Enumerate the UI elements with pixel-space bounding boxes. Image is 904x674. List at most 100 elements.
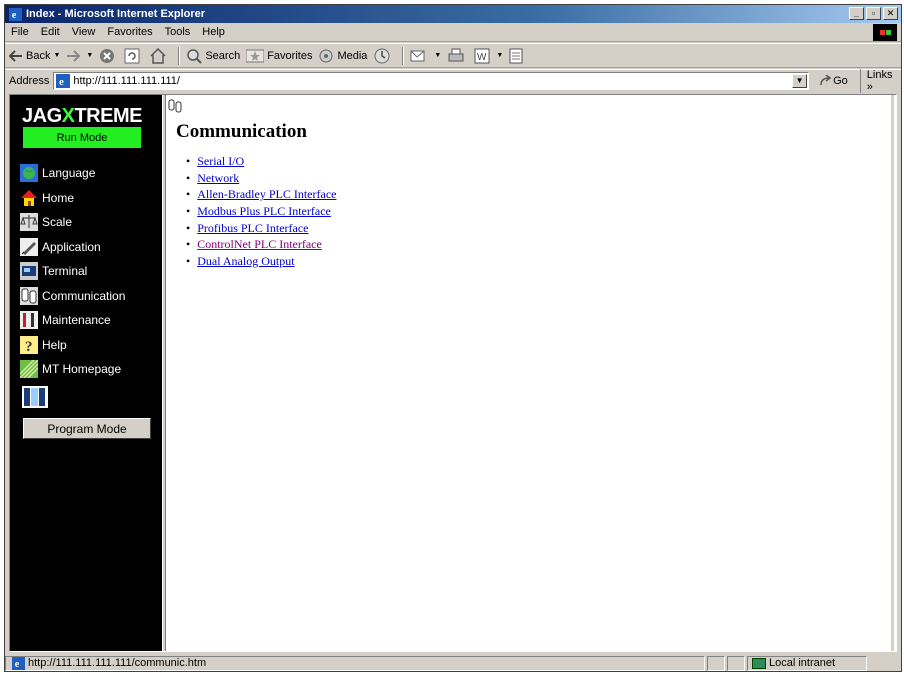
address-url: http://111.111.111.111/ [73,74,180,87]
terminal-icon [20,262,38,281]
main-frame: Communication Serial I/O Network Allen-B… [166,95,894,651]
sidebar-item-language[interactable]: Language [20,161,125,186]
mail-icon [410,50,425,61]
link-dual-analog-output[interactable]: Dual Analog Output [197,254,294,269]
address-label: Address [9,74,50,87]
link-allen-bradley[interactable]: Allen-Bradley PLC Interface [197,187,336,202]
menu-help[interactable]: Help [202,26,225,38]
title-bar[interactable]: e Index - Microsoft Internet Explorer _ … [5,5,901,23]
home-icon [150,47,166,64]
media-button[interactable]: Media [318,48,367,64]
stop-button[interactable] [99,48,118,64]
application-icon [20,237,38,256]
sidebar-item-maintenance[interactable]: Maintenance [20,308,125,333]
browser-window: e Index - Microsoft Internet Explorer _ … [4,4,902,672]
maximize-button[interactable]: ▫ [866,7,881,20]
back-button[interactable]: Back ▼ [9,50,60,62]
sidebar-item-terminal[interactable]: Terminal [20,259,125,284]
communication-links: Serial I/O Network Allen-Bradley PLC Int… [186,153,336,270]
sidebar-item-label: Application [42,239,101,254]
chevron-down-icon[interactable]: ▼ [86,52,93,59]
search-button[interactable]: Search [186,48,240,64]
list-item: Serial I/O [186,153,336,170]
toolbar-separator [178,46,181,65]
list-item: Allen-Bradley PLC Interface [186,186,336,203]
sidebar-item-application[interactable]: Application [20,235,125,260]
svg-text:e: e [15,659,20,670]
window-title: Index - Microsoft Internet Explorer [26,8,206,20]
sidebar: JAGXTREME Run Mode Language Home Scale A… [10,95,162,651]
link-modbus-plus[interactable]: Modbus Plus PLC Interface [197,204,331,219]
status-progress-cell [707,655,725,671]
jagxtreme-logo: JAGXTREME [22,105,142,127]
windows-logo-icon [873,24,897,41]
close-button[interactable]: ✕ [883,7,898,20]
sidebar-item-home[interactable]: Home [20,186,125,211]
svg-text:W: W [477,52,487,63]
sidebar-item-help[interactable]: ? Help [20,333,125,358]
window-controls: _ ▫ ✕ [849,7,898,20]
home-button[interactable] [149,47,170,64]
go-arrow-icon [820,74,832,85]
terminal-panel-icon[interactable] [22,386,48,408]
link-profibus[interactable]: Profibus PLC Interface [197,221,308,236]
history-button[interactable] [373,48,394,64]
intranet-icon [752,657,766,669]
discuss-button[interactable] [509,48,526,64]
sidebar-item-label: Help [42,337,67,352]
link-serial-io[interactable]: Serial I/O [197,154,244,169]
chevron-down-icon[interactable]: ▼ [53,52,60,59]
status-security-cell [727,655,745,671]
svg-text:e: e [12,10,17,21]
sidebar-item-label: Home [42,190,75,205]
sidebar-item-communication[interactable]: Communication [20,284,125,309]
list-item: Dual Analog Output [186,253,336,270]
menu-tools[interactable]: Tools [165,26,191,38]
list-item: Network [186,170,336,187]
go-button[interactable]: Go [819,74,848,87]
list-item: Profibus PLC Interface [186,220,336,237]
sidebar-item-label: Maintenance [42,313,111,328]
link-network[interactable]: Network [197,171,239,186]
print-button[interactable] [447,48,468,64]
communication-icon [168,99,182,113]
sidebar-item-mt-homepage[interactable]: MT Homepage [20,357,125,382]
word-edit-icon: W [474,48,490,63]
favorites-button[interactable]: Favorites [246,49,312,63]
address-input[interactable]: e http://111.111.111.111/ ▼ [53,71,810,90]
program-mode-button[interactable]: Program Mode [23,418,151,439]
address-dropdown-button[interactable]: ▼ [792,73,808,88]
sidebar-item-label: Communication [42,288,126,303]
mt-homepage-icon [20,360,38,379]
link-controlnet[interactable]: ControlNet PLC Interface [197,237,322,252]
menu-favorites[interactable]: Favorites [107,26,152,38]
page-content: JAGXTREME Run Mode Language Home Scale A… [9,94,897,652]
menu-bar: File Edit View Favorites Tools Help [5,23,901,42]
page-icon: e [12,656,25,670]
ie-logo-icon: e [9,7,22,21]
chevron-down-icon[interactable]: ▼ [434,52,441,59]
refresh-button[interactable] [124,48,143,64]
main-frame-border [891,95,894,651]
menu-view[interactable]: View [72,26,96,38]
menu-edit[interactable]: Edit [41,26,60,38]
menu-file[interactable]: File [11,26,29,38]
links-button[interactable]: Links » [859,68,901,93]
sidebar-item-label: Terminal [42,264,88,279]
sidebar-item-label: Scale [42,215,73,230]
mail-button[interactable]: ▼ [410,48,441,64]
scale-icon [20,213,38,232]
sidebar-nav: Language Home Scale Application Terminal… [20,161,125,382]
forward-button[interactable]: ▼ [66,49,93,62]
search-icon [187,48,203,64]
minimize-button[interactable]: _ [849,7,864,20]
list-item: Modbus Plus PLC Interface [186,203,336,220]
sidebar-item-scale[interactable]: Scale [20,210,125,235]
edit-button[interactable]: W ▼ [474,48,503,64]
security-zone: Local intranet [747,655,867,671]
sidebar-item-label: Language [42,166,96,181]
zone-label: Local intranet [769,657,836,669]
address-bar: Address e http://111.111.111.111/ ▼ Go L… [5,68,901,93]
chevron-down-icon[interactable]: ▼ [496,52,503,59]
run-mode-indicator: Run Mode [23,127,141,148]
